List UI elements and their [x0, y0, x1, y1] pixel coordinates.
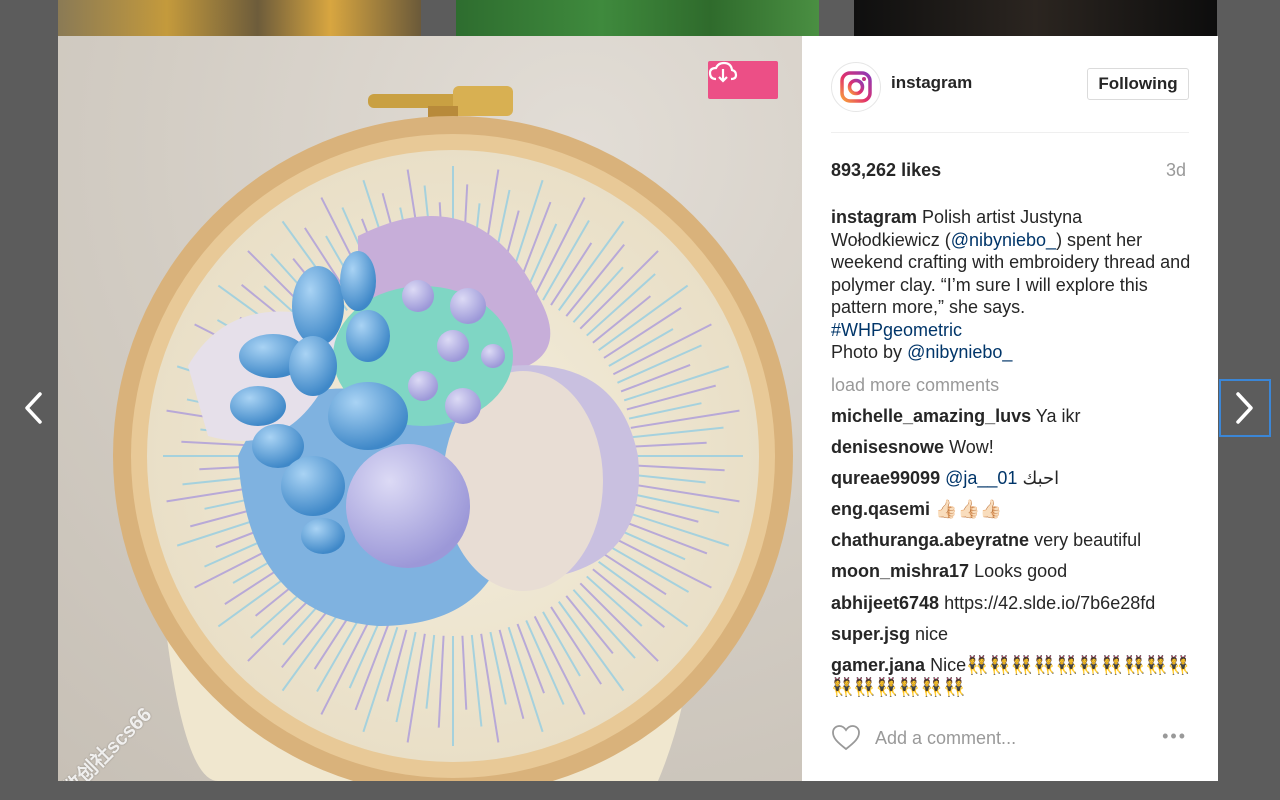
background-thumbnails [0, 0, 1280, 36]
comment: chathuranga.abeyratne very beautiful [831, 529, 1191, 552]
comment: eng.qasemi 👍🏻👍🏻👍🏻 [831, 498, 1191, 521]
comments-list: instagram Polish artist Justyna Wołodkie… [831, 206, 1191, 698]
avatar[interactable] [831, 62, 881, 112]
heart-icon[interactable] [831, 724, 861, 752]
comment-text: 👍🏻👍🏻👍🏻 [935, 499, 1003, 520]
likes-count[interactable]: 893,262 likes [831, 160, 941, 181]
post-photo[interactable]: 数创社scs66 [58, 36, 802, 781]
following-button[interactable]: Following [1087, 68, 1189, 100]
comment-text: very beautiful [1034, 530, 1142, 551]
post-header: instagram Following [831, 56, 1189, 133]
embroidery-artwork [113, 86, 793, 781]
comment: moon_mishra17 Looks good [831, 560, 1191, 583]
comment: gamer.jana Nice👯👯👯👯👯👯👯👯👯👯👯👯👯👯👯👯 [831, 654, 1191, 698]
post-modal: 数创社scs66 instagram Following 893,262 lik… [58, 36, 1218, 781]
caption-mention[interactable]: @nibyniebo_ [907, 342, 1012, 362]
comment-username[interactable]: moon_mishra17 [831, 561, 969, 581]
load-more-comments-link[interactable]: load more comments [831, 374, 1191, 397]
add-comment-input[interactable] [875, 728, 1105, 749]
comment-username[interactable]: gamer.jana [831, 655, 925, 675]
comment: qureae99099 @ja__01 احبك [831, 467, 1191, 490]
instagram-logo-icon [840, 71, 872, 103]
comment-username[interactable]: super.jsg [831, 624, 910, 644]
more-options-button[interactable]: ••• [1162, 726, 1187, 747]
comment-username[interactable]: eng.qasemi [831, 499, 930, 519]
comment-username[interactable]: chathuranga.abeyratne [831, 530, 1029, 550]
comment-username[interactable]: denisesnowe [831, 437, 944, 457]
comment-text: احبك [1022, 468, 1060, 489]
thumbnail-2[interactable] [456, 0, 819, 36]
comment-bar: ••• [831, 716, 1189, 760]
post-username[interactable]: instagram [891, 73, 972, 93]
caption-text: Photo by [831, 342, 903, 362]
post-age[interactable]: 3d [1166, 160, 1186, 181]
comment: michelle_amazing_luvs Ya ikr [831, 405, 1191, 428]
caption-hashtag[interactable]: #WHPgeometric [831, 320, 962, 340]
comment-username[interactable]: michelle_amazing_luvs [831, 406, 1031, 426]
thumbnail-1[interactable] [58, 0, 421, 36]
caption-username[interactable]: instagram [831, 207, 917, 227]
comment: abhijeet6748 https://42.slde.io/7b6e28fd [831, 592, 1191, 615]
download-button[interactable] [708, 61, 778, 99]
comment: denisesnowe Wow! [831, 436, 1191, 459]
caption-mention[interactable]: @nibyniebo_ [951, 230, 1056, 250]
next-post-button[interactable] [1219, 379, 1271, 437]
chevron-right-icon [1236, 392, 1253, 424]
cloud-download-icon [708, 61, 738, 83]
caption: instagram Polish artist Justyna Wołodkie… [831, 206, 1191, 364]
comment-mention[interactable]: @ja__01 [945, 468, 1017, 488]
comment-username[interactable]: abhijeet6748 [831, 593, 939, 613]
post-sidebar: instagram Following 893,262 likes 3d ins… [802, 36, 1218, 781]
comment-text: nice [915, 623, 949, 644]
comment-text: https://42.slde.io/7b6e28fd [944, 592, 1156, 613]
comment-text: Wow! [949, 437, 994, 458]
comment-text: Looks good [974, 561, 1068, 582]
comment: super.jsg nice [831, 623, 1191, 646]
thumbnail-3[interactable] [854, 0, 1217, 36]
comment-username[interactable]: qureae99099 [831, 468, 940, 488]
comment-text: Ya ikr [1035, 406, 1081, 426]
chevron-left-icon [25, 392, 42, 424]
previous-post-button[interactable] [8, 380, 58, 436]
